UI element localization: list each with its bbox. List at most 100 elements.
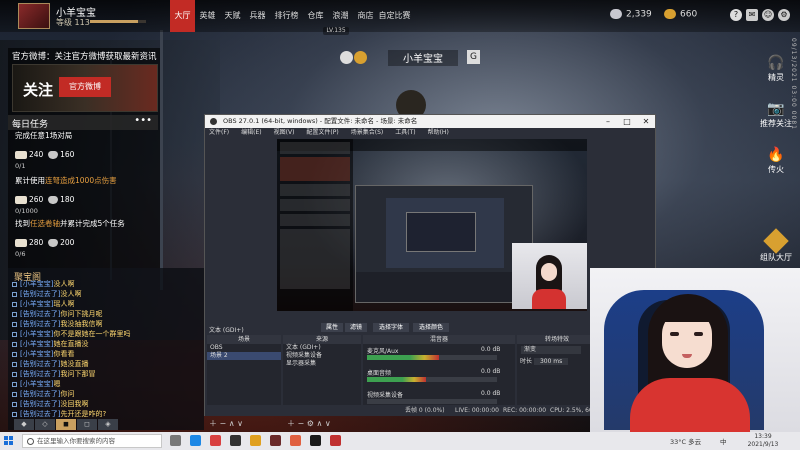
mail-icon[interactable]: ✉ (746, 9, 758, 21)
clock-time: 13:39 (754, 433, 772, 440)
file-explorer-icon[interactable] (250, 435, 261, 446)
transition-duration-value[interactable]: 300 ms (533, 358, 569, 365)
weather-widget[interactable]: 33°C 多云 (670, 436, 701, 446)
task-text: 累计使用 (15, 176, 45, 185)
close-icon[interactable]: ✕ (637, 115, 655, 128)
nested-game-capture (277, 139, 587, 311)
chat-sender[interactable]: [小羊宝宝] (20, 330, 53, 338)
chat-tab[interactable]: ◈ (98, 419, 118, 430)
nav-tab[interactable]: 大厅 (170, 0, 195, 32)
obs-menu-item[interactable]: 配置文件(P) (306, 128, 338, 138)
game-taskbar-icon[interactable] (270, 435, 281, 446)
chat-sender[interactable]: [告别过去了] (20, 320, 60, 328)
chat-sender[interactable]: [告别过去了] (20, 360, 60, 368)
team-lobby-button[interactable]: 组队大厅 (756, 228, 796, 263)
emote-icon[interactable] (340, 51, 353, 64)
netease-icon[interactable] (210, 435, 221, 446)
nav-tab[interactable]: 天赋 (220, 0, 245, 32)
filters-button[interactable]: 滤镜 (345, 323, 367, 332)
transition-type-select[interactable]: 渐变 (521, 346, 581, 354)
obs-menu-item[interactable]: 工具(T) (395, 128, 415, 138)
chat-sender[interactable]: [小羊宝宝] (20, 380, 53, 388)
minimize-icon[interactable]: – (599, 115, 617, 128)
select-color-button[interactable]: 选择颜色 (413, 323, 449, 332)
obs-taskbar-icon[interactable] (230, 435, 241, 446)
chat-channel-icon (12, 361, 17, 367)
transitions-title: 转场特效 (517, 335, 597, 344)
daily-task[interactable]: 累计使用连弩造成1000点伤害 260 180 0/1000 (15, 175, 161, 215)
chat-channel-icon (12, 351, 17, 357)
chat-text: 我问下那冒 (60, 370, 96, 378)
reward-value: 180 (60, 195, 75, 204)
friends-icon[interactable]: ☺ (762, 9, 774, 21)
chat-sender[interactable]: [告别过去了] (20, 390, 60, 398)
source-item[interactable]: 视频采集设备 (283, 352, 361, 360)
edge-icon[interactable] (190, 435, 201, 446)
taskbar-search-input[interactable]: 在这里输入你要搜索的内容 (22, 434, 162, 448)
live-app-taskbar-icon[interactable] (330, 435, 341, 446)
obs-menu-item[interactable]: 编辑(E) (241, 128, 261, 138)
chat-channel-icon (12, 311, 17, 317)
chat-sender[interactable]: [小羊宝宝] (20, 340, 53, 348)
chat-sender[interactable]: [小羊宝宝] (20, 350, 53, 358)
right-menu-item-sprite[interactable]: 🎧 精灵 (746, 54, 800, 83)
nested-obs-preview (386, 198, 504, 268)
chat-text: 瑶人啊 (53, 300, 75, 308)
scene-item[interactable]: 场景 2 (207, 352, 281, 360)
chat-sender[interactable]: [告别过去了] (20, 310, 60, 318)
obs-menu-item[interactable]: 文件(F) (209, 128, 229, 138)
settings-icon[interactable]: ⚙ (778, 9, 790, 21)
clock-date: 2021/9/13 (747, 441, 779, 448)
chat-tab[interactable]: ◻ (77, 419, 97, 430)
source-add-remove[interactable]: ＋ − ⚙ ∧ ∨ (287, 418, 331, 429)
chat-tab[interactable]: ◆ (14, 419, 34, 430)
obs-menu-item[interactable]: 视图(V) (274, 128, 295, 138)
right-menu-item-fire[interactable]: 🔥 传火 (746, 146, 800, 175)
app-taskbar-icon[interactable] (310, 435, 321, 446)
maximize-icon[interactable]: □ (618, 115, 636, 128)
nav-tab[interactable]: 自定比赛 (378, 0, 411, 32)
more-icon[interactable]: ••• (134, 115, 152, 126)
chat-message: [告别过去了]你问 (12, 389, 200, 399)
help-icon[interactable]: ? (730, 9, 742, 21)
chat-sender[interactable]: [告别过去了] (20, 370, 60, 378)
nav-tab[interactable]: 排行榜 (270, 0, 303, 32)
source-item[interactable]: 文本 (GDI+) (283, 344, 361, 352)
chat-sender[interactable]: [告别过去了] (20, 290, 60, 298)
chat-tab[interactable]: ◇ (35, 419, 55, 430)
properties-button[interactable]: 属性 (321, 323, 343, 332)
volume-meter[interactable] (367, 399, 497, 404)
scene-item[interactable]: OBS (207, 344, 281, 352)
taskbar-clock[interactable]: 13:39 2021/9/13 (740, 433, 786, 449)
scene-add-remove[interactable]: ＋ − ∧ ∨ (209, 418, 243, 429)
weibo-banner-badge: 官方微博 (59, 77, 111, 97)
source-item[interactable]: 显示器采集 (283, 360, 361, 368)
nav-tab[interactable]: 英雄 (195, 0, 220, 32)
chat-sender[interactable]: [小羊宝宝] (20, 300, 53, 308)
ime-indicator[interactable]: 中 (720, 436, 727, 446)
chat-tab[interactable]: ◼ (56, 419, 76, 430)
chat-sender[interactable]: [小羊宝宝] (20, 280, 53, 288)
chat-sender[interactable]: [告别过去了] (20, 410, 60, 418)
daily-task[interactable]: 完成任意1场对局 240 160 0/1 (15, 130, 161, 170)
nav-tab[interactable]: 商店 (353, 0, 378, 32)
player-avatar[interactable] (18, 3, 50, 29)
select-font-button[interactable]: 选择字体 (373, 323, 409, 332)
daily-task[interactable]: 找到任选卷轴并累计完成5个任务 280 200 0/6 (15, 218, 161, 258)
obs-menu-item[interactable]: 场景集合(S) (351, 128, 384, 138)
guild-button[interactable]: G (467, 50, 480, 64)
mixer-track-db: 0.0 dB (481, 390, 501, 397)
nav-tab[interactable]: 兵器 (245, 0, 270, 32)
weibo-banner[interactable]: 关注 官方微博 (12, 64, 158, 112)
task-progress: 0/1000 (15, 207, 38, 215)
obs-title-bar[interactable]: OBS 27.0.1 (64-bit, windows) - 配置文件: 未命名… (205, 115, 655, 128)
browser-taskbar-icon[interactable] (290, 435, 301, 446)
right-menu-item-recommend[interactable]: 📷 推荐关注 (746, 100, 800, 129)
obs-menu-item[interactable]: 帮助(H) (428, 128, 449, 138)
chat-text: 她在直播没 (53, 340, 89, 348)
obs-preview[interactable] (277, 139, 587, 311)
windows-start-icon[interactable] (4, 436, 14, 446)
chat-channel-icon (12, 371, 17, 377)
task-view-icon[interactable] (170, 435, 181, 446)
chat-sender[interactable]: [告别过去了] (20, 400, 60, 408)
